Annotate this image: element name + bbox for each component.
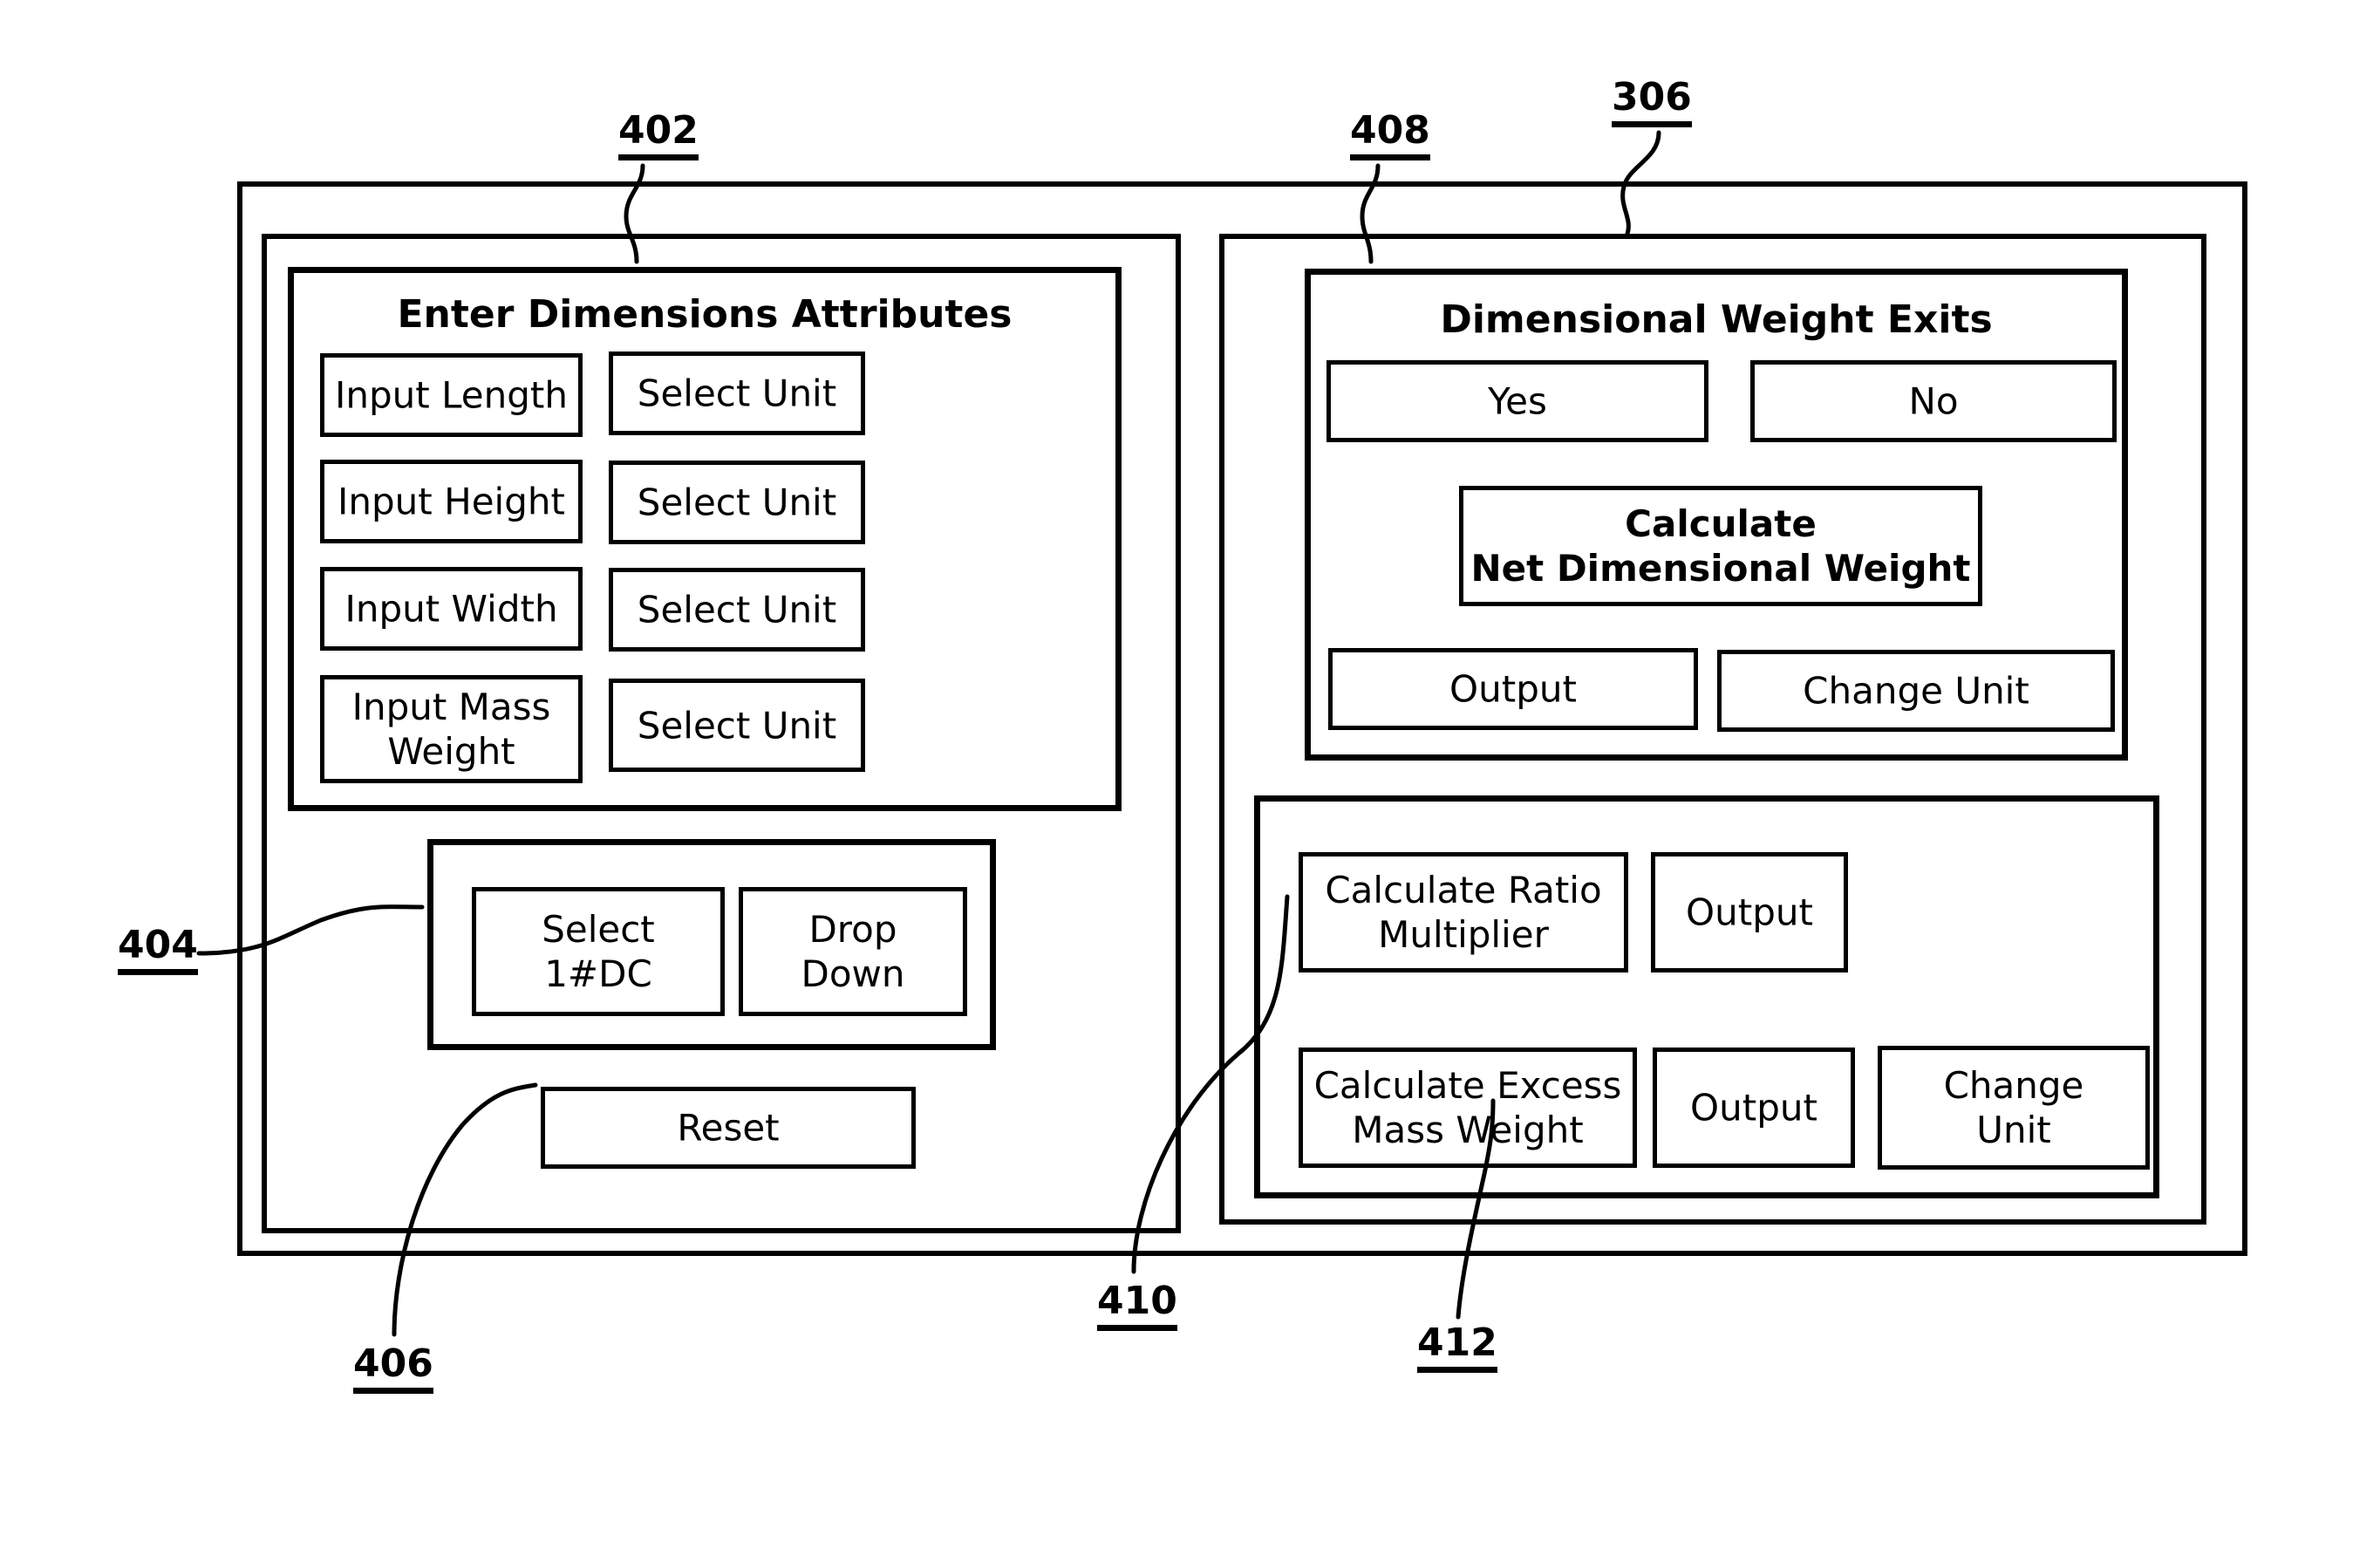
select-unit-mass-dropdown[interactable]: Select Unit bbox=[609, 679, 865, 772]
enter-dimensions-attributes-title: Enter Dimensions Attributes bbox=[397, 292, 1013, 337]
calculate-excess-mass-weight-button[interactable]: Calculate Excess Mass Weight bbox=[1299, 1048, 1637, 1168]
input-height-label: Input Height bbox=[338, 480, 565, 523]
select-unit-height-label: Select Unit bbox=[637, 481, 837, 524]
drop-down-button[interactable]: Drop Down bbox=[739, 887, 967, 1016]
calculate-ratio-multiplier-label: Calculate Ratio Multiplier bbox=[1325, 868, 1602, 956]
select-1dc-label: Select 1#DC bbox=[542, 907, 655, 995]
calculate-excess-mass-weight-label: Calculate Excess Mass Weight bbox=[1313, 1063, 1622, 1151]
ratio-multiplier-output[interactable]: Output bbox=[1651, 852, 1848, 972]
input-width-label: Input Width bbox=[344, 587, 558, 631]
ratio-multiplier-output-label: Output bbox=[1686, 891, 1813, 934]
calculate-net-dimensional-weight-button[interactable]: Calculate Net Dimensional Weight bbox=[1459, 486, 1982, 606]
reference-numeral-404: 404 bbox=[118, 926, 198, 975]
excess-mass-weight-change-unit-button[interactable]: Change Unit bbox=[1878, 1046, 2150, 1170]
yes-label: Yes bbox=[1488, 379, 1547, 423]
no-label: No bbox=[1908, 379, 1959, 423]
net-output-label: Output bbox=[1449, 667, 1577, 711]
figure-canvas: 402 408 306 404 406 410 412 Enter Dimens… bbox=[0, 0, 2380, 1556]
reference-numeral-408: 408 bbox=[1350, 112, 1430, 160]
drop-down-label: Drop Down bbox=[801, 907, 905, 995]
excess-mass-weight-output[interactable]: Output bbox=[1653, 1048, 1855, 1168]
input-length-field[interactable]: Input Length bbox=[320, 353, 583, 437]
calculate-net-dimensional-weight-label: Calculate Net Dimensional Weight bbox=[1470, 502, 1971, 590]
net-dimensional-weight-output[interactable]: Output bbox=[1328, 648, 1698, 730]
reference-numeral-406: 406 bbox=[353, 1345, 433, 1394]
left-panel-402: Enter Dimensions Attributes Input Length… bbox=[262, 234, 1181, 1233]
enter-dimensions-attributes-group: Enter Dimensions Attributes Input Length… bbox=[288, 267, 1122, 811]
select-unit-length-label: Select Unit bbox=[637, 372, 837, 415]
input-mass-weight-label: Input Mass Weight bbox=[351, 685, 551, 773]
net-dimensional-weight-change-unit-button[interactable]: Change Unit bbox=[1717, 650, 2115, 732]
reference-numeral-306: 306 bbox=[1612, 78, 1692, 127]
reference-numeral-410: 410 bbox=[1097, 1282, 1177, 1331]
reset-label: Reset bbox=[677, 1106, 780, 1150]
ratio-multiplier-group-410: Calculate Ratio Multiplier Output Calcul… bbox=[1254, 795, 2159, 1198]
dimensional-weight-no-button[interactable]: No bbox=[1750, 360, 2117, 442]
select-unit-mass-label: Select Unit bbox=[637, 703, 837, 747]
reset-button[interactable]: Reset bbox=[541, 1087, 916, 1169]
dimensional-weight-yes-button[interactable]: Yes bbox=[1326, 360, 1708, 442]
select-1dc-button[interactable]: Select 1#DC bbox=[472, 887, 725, 1016]
select-unit-length-dropdown[interactable]: Select Unit bbox=[609, 351, 865, 435]
select-unit-height-dropdown[interactable]: Select Unit bbox=[609, 461, 865, 544]
reference-numeral-412: 412 bbox=[1417, 1324, 1497, 1373]
calculate-ratio-multiplier-button[interactable]: Calculate Ratio Multiplier bbox=[1299, 852, 1628, 972]
dimensional-weight-exits-title: Dimensional Weight Exits bbox=[1440, 297, 1993, 342]
input-width-field[interactable]: Input Width bbox=[320, 567, 583, 651]
net-change-unit-label: Change Unit bbox=[1803, 669, 2029, 713]
select-dc-group-404: Select 1#DC Drop Down bbox=[427, 839, 996, 1050]
reference-numeral-402: 402 bbox=[618, 112, 699, 160]
select-unit-width-dropdown[interactable]: Select Unit bbox=[609, 568, 865, 652]
excess-change-unit-label: Change Unit bbox=[1943, 1063, 2084, 1151]
excess-mass-weight-output-label: Output bbox=[1690, 1086, 1817, 1129]
select-unit-width-label: Select Unit bbox=[637, 588, 837, 631]
input-length-label: Input Length bbox=[335, 373, 568, 417]
input-height-field[interactable]: Input Height bbox=[320, 460, 583, 543]
dimensional-weight-exits-group: Dimensional Weight Exits Yes No Calculat… bbox=[1305, 269, 2128, 761]
input-mass-weight-field[interactable]: Input Mass Weight bbox=[320, 675, 583, 783]
right-panel-408: Dimensional Weight Exits Yes No Calculat… bbox=[1219, 234, 2206, 1225]
